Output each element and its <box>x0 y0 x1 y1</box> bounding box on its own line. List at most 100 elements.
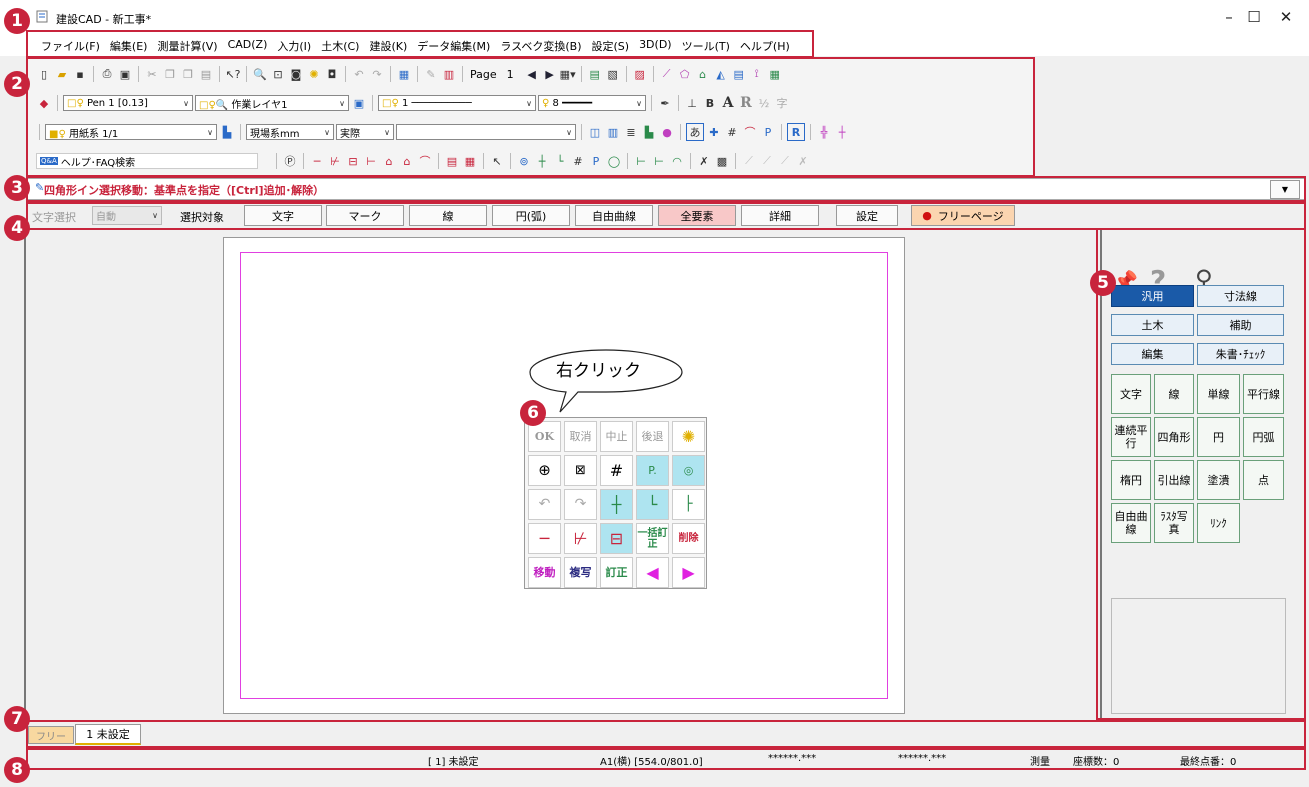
font-half-icon[interactable]: ½ <box>756 95 772 111</box>
print-icon[interactable]: ⎙ <box>99 66 115 82</box>
snap-grid-icon[interactable]: # <box>570 153 586 169</box>
scale-select[interactable]: 実際 ∨ <box>336 124 394 140</box>
edit-doc-icon[interactable]: ✎ <box>423 66 439 82</box>
font-r-icon[interactable]: R <box>738 95 754 111</box>
grid-icon[interactable]: # <box>724 124 740 140</box>
search-point-icon[interactable]: ✗ <box>696 153 712 169</box>
grid-icon[interactable]: # <box>600 455 633 486</box>
layer-list-icon[interactable]: ▨ <box>632 66 648 82</box>
undo-icon[interactable]: ↶ <box>528 489 561 520</box>
snap-arc-point-icon[interactable]: ◠ <box>669 153 685 169</box>
linewidth-select[interactable]: ♀ 8 ━━━━━ ∨ <box>538 95 646 111</box>
page-list-icon[interactable]: ▧ <box>605 66 621 82</box>
snap-cross-icon[interactable]: ⊬ <box>327 153 343 169</box>
back-button[interactable]: 後退 <box>636 421 669 452</box>
text-display-icon[interactable]: あ <box>686 123 704 141</box>
text-plus-icon[interactable]: ✚ <box>706 124 722 140</box>
paste-icon[interactable]: ▤ <box>198 66 214 82</box>
bulk-correct-button[interactable]: 一括訂正 <box>636 523 669 554</box>
font-a-icon[interactable]: A <box>720 95 736 111</box>
tool-g-icon[interactable]: ▦ <box>767 66 783 82</box>
font-kanji-icon[interactable]: 字 <box>774 95 790 111</box>
paper-select[interactable]: ■♀ 用紙系 1/1 ∨ <box>45 124 217 140</box>
correct-button[interactable]: 訂正 <box>600 557 633 588</box>
curve-icon[interactable]: ⌒ <box>742 124 758 140</box>
snap-arc-icon[interactable]: ⌒ <box>417 153 433 169</box>
lightbulb-icon[interactable]: ✺ <box>672 421 705 452</box>
copy-button[interactable]: 複写 <box>564 557 597 588</box>
snap-circle-icon[interactable]: ◎ <box>672 455 705 486</box>
snap-tee-icon[interactable]: ⊢ <box>363 153 379 169</box>
triangle-right-icon[interactable]: ▶ <box>672 557 705 588</box>
units-select[interactable]: 現場系mm ∨ <box>246 124 334 140</box>
snap-end-icon[interactable]: └ <box>636 489 669 520</box>
snap-cross-point-icon[interactable]: ┼ <box>534 153 550 169</box>
context-help-icon[interactable]: ↖? <box>225 66 241 82</box>
properties-icon[interactable]: ▦ <box>396 66 412 82</box>
snap-line-icon[interactable]: ─ <box>309 153 325 169</box>
snap-p-icon[interactable]: P <box>588 153 604 169</box>
page-menu-icon[interactable]: ▦▾ <box>560 66 576 82</box>
snap-b-icon[interactable]: ┼ <box>834 124 850 140</box>
snap-end-icon[interactable]: └ <box>552 153 568 169</box>
help-search-box[interactable]: Q&A ヘルプ･FAQ検索 <box>36 153 258 169</box>
zoom-fit-icon[interactable]: ⊡ <box>270 66 286 82</box>
open-folder-icon[interactable]: ▰ <box>54 66 70 82</box>
zoom-window-icon[interactable]: ◙ <box>288 66 304 82</box>
move-button[interactable]: 移動 <box>528 557 561 588</box>
page-setup-icon[interactable]: ▤ <box>587 66 603 82</box>
save-icon[interactable]: ▪ <box>72 66 88 82</box>
zoom-fit-icon[interactable]: ⊠ <box>564 455 597 486</box>
cancel-button[interactable]: 取消 <box>564 421 597 452</box>
snap-line-icon[interactable]: ├ <box>672 489 705 520</box>
select-arrow-icon[interactable]: ↖ <box>489 153 505 169</box>
redo-icon[interactable]: ↷ <box>369 66 385 82</box>
print-preview-icon[interactable]: ▣ <box>117 66 133 82</box>
search-area-icon[interactable]: ▩ <box>714 153 730 169</box>
snap-a-icon[interactable]: ╬ <box>816 124 832 140</box>
triangle-left-icon[interactable]: ◀ <box>636 557 669 588</box>
snap-point-icon[interactable]: P. <box>636 455 669 486</box>
snap-circle-icon[interactable]: ◯ <box>606 153 622 169</box>
tool-c-icon[interactable]: ⌂ <box>695 66 711 82</box>
snap-house-icon[interactable]: ⌂ <box>381 153 397 169</box>
tool-d-icon[interactable]: ◭ <box>713 66 729 82</box>
snap-box-icon[interactable]: ⊟ <box>345 153 361 169</box>
snap-cross-icon[interactable]: ┼ <box>600 489 633 520</box>
next-page-icon[interactable]: ▶ <box>542 66 558 82</box>
layer-stack-icon[interactable]: ◆ <box>36 95 52 111</box>
zoom-page-icon[interactable]: ◘ <box>324 66 340 82</box>
table-icon[interactable]: ▤ <box>444 153 460 169</box>
display-b-icon[interactable]: ▥ <box>605 124 621 140</box>
dimension-icon[interactable]: ⊥ <box>684 95 700 111</box>
layer-select[interactable]: □♀🔍 作業レイヤ1 ∨ <box>195 95 349 111</box>
display-c-icon[interactable]: ≣ <box>623 124 639 140</box>
text-style-icon[interactable]: B <box>702 95 718 111</box>
delete-button[interactable]: 削除 <box>672 523 705 554</box>
paper-settings-icon[interactable]: ▙ <box>219 124 235 140</box>
r-mode-icon[interactable]: R <box>787 123 805 141</box>
snap-house-b-icon[interactable]: ⌂ <box>399 153 415 169</box>
close-button[interactable]: ✕ <box>1263 0 1309 34</box>
box-select-icon[interactable]: ⊟ <box>600 523 633 554</box>
tool-b-icon[interactable]: ⬠ <box>677 66 693 82</box>
pen-select[interactable]: □♀ Pen 1 [0.13] ∨ <box>63 95 193 111</box>
lightbulb-icon[interactable]: ✺ <box>306 66 322 82</box>
display-a-icon[interactable]: ◫ <box>587 124 603 140</box>
tool-f-icon[interactable]: ⟟ <box>749 66 765 82</box>
table-b-icon[interactable]: ▦ <box>462 153 478 169</box>
copy-special-icon[interactable]: ❐ <box>180 66 196 82</box>
redo-icon[interactable]: ↷ <box>564 489 597 520</box>
linetype-select[interactable]: □♀ 1 ────────── ∨ <box>378 95 536 111</box>
undo-icon[interactable]: ↶ <box>351 66 367 82</box>
prev-page-icon[interactable]: ◀ <box>524 66 540 82</box>
zoom-icon[interactable]: 🔍 <box>252 66 268 82</box>
display-d-icon[interactable]: ▙ <box>641 124 657 140</box>
extra-select[interactable]: ∨ <box>396 124 576 140</box>
copy-icon[interactable]: ❐ <box>162 66 178 82</box>
snap-point-icon[interactable]: ⊚ <box>516 153 532 169</box>
marker-icon[interactable]: P <box>760 124 776 140</box>
zoom-icon[interactable]: ⊕ <box>528 455 561 486</box>
color-icon[interactable]: ● <box>659 124 675 140</box>
cut-icon[interactable]: ✂ <box>144 66 160 82</box>
